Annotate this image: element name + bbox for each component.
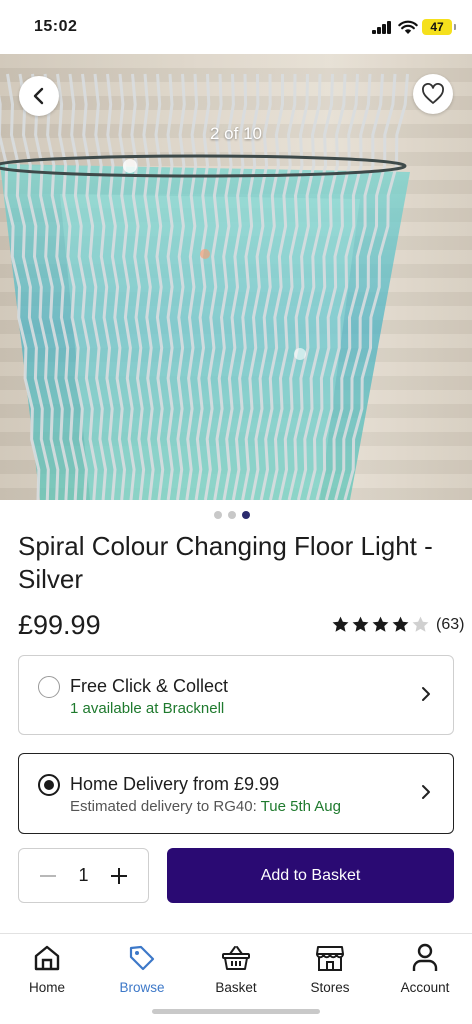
wifi-icon [398,20,418,34]
carousel-dot[interactable] [228,511,236,519]
tab-browse[interactable]: Browse [102,940,182,995]
tab-account-label: Account [400,980,450,995]
home-delivery-option[interactable]: Home Delivery from £9.99 Estimated deliv… [18,753,454,834]
tab-basket-label: Basket [215,980,257,995]
tab-basket[interactable]: Basket [196,940,276,995]
tab-account[interactable]: Account [385,940,465,995]
carousel-dots [214,511,250,519]
store-icon [316,946,344,971]
star-filled-icon [372,616,389,632]
click-collect-availability: 1 available at Bracknell [70,700,225,717]
product-title: Spiral Colour Changing Floor Light - Sil… [18,531,433,594]
chevron-left-icon [33,87,44,105]
quantity-value[interactable]: 1 [78,865,88,886]
home-delivery-title: Home Delivery from £9.99 [70,774,280,794]
home-delivery-radio[interactable] [38,774,60,796]
minus-icon [40,874,56,877]
account-icon [412,943,438,971]
product-image[interactable]: 2 of 10 [0,54,472,500]
tab-home[interactable]: Home [7,940,87,995]
star-filled-icon [392,616,409,632]
delivery-estimate: Estimated delivery to RG40: Tue 5th Aug [70,798,341,815]
home-indicator [152,1009,320,1014]
carousel-dot[interactable] [214,511,222,519]
star-empty-icon [412,616,429,632]
add-to-basket-button[interactable]: Add to Basket [167,848,454,903]
tab-browse-label: Browse [119,980,165,995]
tab-stores-label: Stores [310,980,350,995]
tab-stores[interactable]: Stores [290,940,370,995]
battery-indicator: 47 [422,19,456,35]
status-bar: 15:02 47 [0,0,472,54]
carousel-dot-active[interactable] [242,511,250,519]
star-filled-icon [352,616,369,632]
signal-icon [372,21,392,34]
click-collect-radio[interactable] [38,676,60,698]
floor-light-illustration [0,73,410,500]
quantity-stepper: 1 [18,848,149,903]
star-filled-icon [332,616,349,632]
delivery-date: Tue 5th Aug [260,798,341,815]
tab-home-label: Home [28,980,65,995]
click-collect-option[interactable]: Free Click & Collect 1 available at Brac… [18,655,454,735]
back-button[interactable] [19,76,59,116]
decrease-quantity-button[interactable] [35,863,61,889]
product-price: £99.99 [18,610,101,640]
favourite-button[interactable] [413,74,453,114]
plus-icon [110,867,127,884]
chevron-right-icon [422,785,430,799]
product-rating[interactable]: (63) [331,615,464,634]
tag-icon [129,945,155,971]
delivery-estimate-prefix: Estimated delivery to RG40: [70,798,261,815]
review-count: (63) [436,615,465,633]
click-collect-title: Free Click & Collect [70,676,229,696]
home-icon [34,945,60,971]
image-counter: 2 of 10 [210,124,262,143]
basket-icon [222,946,250,970]
status-time: 15:02 [34,18,78,35]
heart-icon [422,83,444,104]
chevron-right-icon [422,687,430,701]
increase-quantity-button[interactable] [106,863,132,889]
